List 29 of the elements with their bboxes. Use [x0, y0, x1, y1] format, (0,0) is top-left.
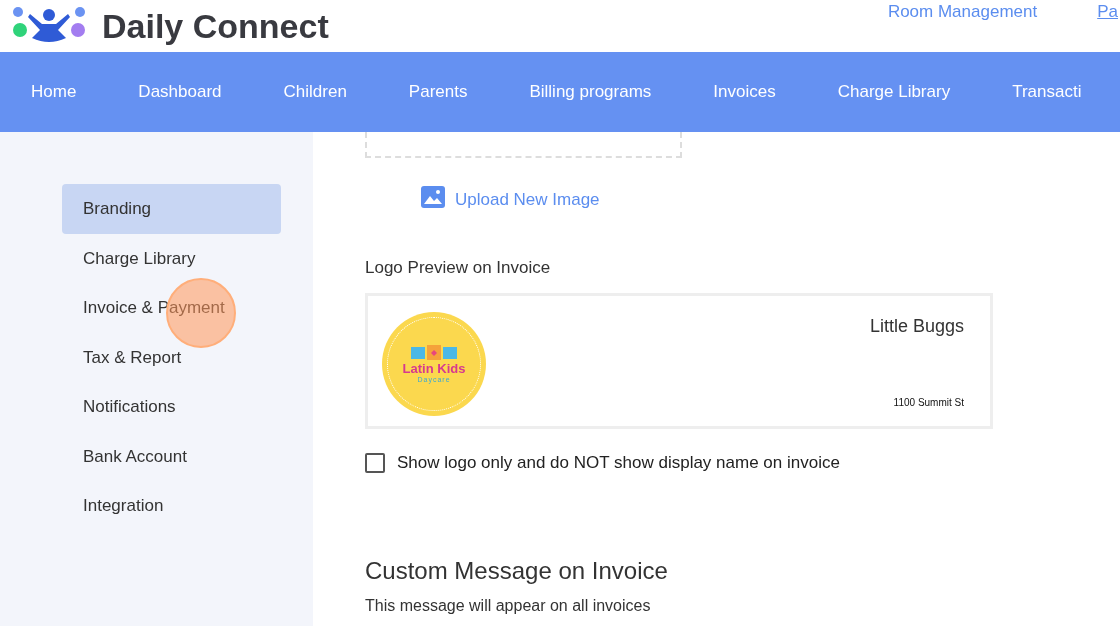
- nav-link[interactable]: Billing programs: [529, 82, 652, 102]
- header-link[interactable]: Pa: [1097, 2, 1118, 52]
- sidebar-item[interactable]: Notifications: [62, 382, 281, 432]
- section-label: Logo Preview on Invoice: [365, 258, 552, 278]
- checkbox[interactable]: [365, 453, 385, 473]
- image-icon: [421, 186, 445, 208]
- nav-link[interactable]: Children: [283, 82, 347, 102]
- nav-link[interactable]: Parents: [408, 82, 468, 102]
- sidebar-item[interactable]: Tax & Report: [62, 332, 281, 383]
- sidebar-item[interactable]: Charge Library: [62, 233, 281, 284]
- nav-link[interactable]: Dashboard: [138, 82, 222, 102]
- nav-link[interactable]: Charge Library: [837, 82, 951, 102]
- sidebar-item[interactable]: Branding: [62, 184, 281, 234]
- logo-title: Latin Kids: [402, 361, 466, 376]
- upload-link[interactable]: Upload New Image: [455, 190, 600, 210]
- app-name: Daily Connect: [102, 9, 329, 43]
- sidebar-item[interactable]: Invoice & Payment: [62, 283, 281, 333]
- section-heading: Custom Message on Invoice: [365, 557, 669, 585]
- puzzle-icon: [411, 345, 457, 361]
- nav-link[interactable]: Home: [31, 82, 77, 102]
- nav-link[interactable]: Transacti: [1012, 82, 1082, 102]
- header-link[interactable]: Room Management: [887, 2, 1038, 52]
- nav-link[interactable]: Invoices: [713, 82, 776, 102]
- display-name: Little Buggs: [869, 316, 964, 337]
- sidebar-item[interactable]: Bank Account: [62, 431, 281, 482]
- section-description: This message will appear on all invoices: [365, 597, 652, 615]
- sidebar-item[interactable]: Integration: [62, 481, 281, 531]
- checkbox-label: Show logo only and do NOT show display name on invoice: [397, 453, 840, 473]
- address-text: 1100 Summit St: [893, 397, 964, 408]
